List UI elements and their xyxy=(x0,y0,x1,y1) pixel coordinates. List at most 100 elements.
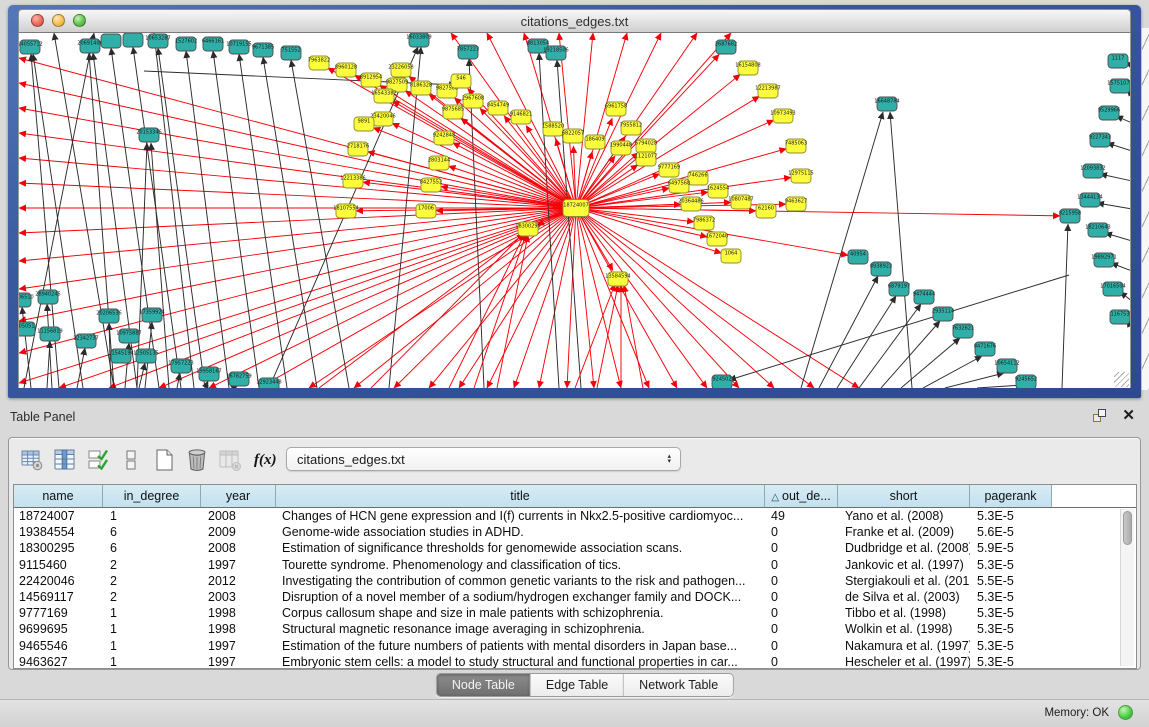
graph-node-label: 6466161 xyxy=(202,39,224,45)
cell-title: Investigating the contribution of common… xyxy=(276,573,765,589)
edit-columns-icon[interactable] xyxy=(52,447,78,473)
cell-short: Franke et al. (2009) xyxy=(838,524,970,540)
column-header-out_de[interactable]: △out_de... xyxy=(765,485,838,507)
table-row[interactable]: 977716911998Corpus callosum shape and si… xyxy=(14,605,1136,621)
graph-node-label: 1624554 xyxy=(707,186,729,192)
column-header-title[interactable]: title xyxy=(276,485,765,507)
column-header-pagerank[interactable]: pagerank xyxy=(970,485,1052,507)
tab-node-table[interactable]: Node Table xyxy=(437,674,531,696)
table-row[interactable]: 1872400712008Changes of HCN gene express… xyxy=(14,508,1136,524)
zoom-window-button[interactable] xyxy=(73,14,86,27)
tab-network-table[interactable]: Network Table xyxy=(624,674,733,696)
cell-name: 19384554 xyxy=(14,524,103,540)
cell-title: Genome-wide association studies in ADHD. xyxy=(276,524,765,540)
graph-node-label: 28940245 xyxy=(35,292,60,298)
graph-node-teal[interactable] xyxy=(123,33,143,47)
close-panel-icon[interactable]: ✕ xyxy=(1122,406,1135,424)
graph-node-label: 25206510 xyxy=(19,295,34,301)
table-row[interactable]: 969969511998Structural magnetic resonanc… xyxy=(14,621,1136,637)
graph-node-label: 1064 xyxy=(725,251,738,257)
graph-node-label: 16033809 xyxy=(406,35,431,41)
float-panel-icon[interactable] xyxy=(1093,409,1108,424)
cell-year: 2009 xyxy=(201,524,276,540)
graph-nodes[interactable]: 1405571220691406106532871527602646616110… xyxy=(19,33,1131,388)
cell-short: Yano et al. (2008) xyxy=(838,508,970,524)
table-row[interactable]: 1830029562008Estimation of significance … xyxy=(14,540,1136,556)
graph-node-label: 8471676 xyxy=(974,344,996,350)
cell-in_degree: 2 xyxy=(103,589,201,605)
cell-short: de Silva et al. (2003) xyxy=(838,589,970,605)
table-settings-icon[interactable] xyxy=(19,447,45,473)
graph-node-label: 20691406 xyxy=(77,41,102,47)
graph-node-label: 10654112 xyxy=(994,361,1019,367)
column-header-year[interactable]: year xyxy=(201,485,276,507)
graph-node-label: 12093832 xyxy=(1080,166,1105,172)
cell-pagerank: 5.3E-5 xyxy=(970,557,1052,573)
graph-node-label: 10973493 xyxy=(770,111,795,117)
graph-node-label: 751552 xyxy=(281,48,300,54)
graph-node-label: 2718176 xyxy=(347,144,369,150)
canvas-resize-grip[interactable] xyxy=(1114,372,1129,387)
minimize-window-button[interactable] xyxy=(52,14,65,27)
graph-node-label: 19892971 xyxy=(1091,255,1116,261)
sort-ascending-icon: △ xyxy=(771,492,779,503)
cell-name: 18724007 xyxy=(14,508,103,524)
table-select-dropdown[interactable]: citations_edges.txt ▴▾ xyxy=(286,447,681,471)
window-controls xyxy=(31,14,86,27)
scrollbar-thumb[interactable] xyxy=(1123,511,1132,545)
memory-status-label: Memory: OK xyxy=(1044,707,1109,719)
graph-node-label: 14055712 xyxy=(19,42,43,48)
merge-tables-icon[interactable] xyxy=(118,447,144,473)
graph-node-label: 7485063 xyxy=(785,141,807,147)
graph-node-label: 10807487 xyxy=(728,197,753,203)
graph-node-label: 23226058 xyxy=(388,65,413,71)
graph-node-label: 12923448 xyxy=(256,380,281,386)
table-scrollbar[interactable] xyxy=(1120,509,1134,666)
cell-title: Disruption of a novel member of a sodium… xyxy=(276,589,765,605)
table-row[interactable]: 2242004622012Investigating the contribut… xyxy=(14,573,1136,589)
table-row[interactable]: 1938455462009Genome-wide association stu… xyxy=(14,524,1136,540)
graph-node-label: 8427552 xyxy=(420,180,442,186)
cell-year: 1997 xyxy=(201,638,276,654)
column-header-in_degree[interactable]: in_degree xyxy=(103,485,201,507)
column-header-short[interactable]: short xyxy=(838,485,970,507)
tab-edge-table[interactable]: Edge Table xyxy=(531,674,624,696)
graph-node-label: 13584594 xyxy=(605,274,630,280)
graph-node-teal[interactable] xyxy=(101,34,121,48)
row-selection-icon[interactable] xyxy=(85,447,111,473)
cell-year: 1997 xyxy=(201,557,276,573)
delete-table-icon[interactable] xyxy=(184,447,210,473)
cell-year: 2012 xyxy=(201,573,276,589)
graph-node-label: 2803144 xyxy=(428,158,450,164)
graph-node-label: 17359924 xyxy=(139,310,164,316)
cell-name: 18300295 xyxy=(14,540,103,556)
graph-node-label: 2687682 xyxy=(715,42,737,48)
cell-title: Estimation of significance thresholds fo… xyxy=(276,540,765,556)
graph-node-label: 6822057 xyxy=(562,131,584,137)
memory-ok-indicator xyxy=(1118,705,1133,720)
table-row[interactable]: 946362711997Embryonic stem cells: a mode… xyxy=(14,654,1136,669)
network-canvas[interactable]: 1405571220691406106532871527602646616110… xyxy=(18,33,1131,388)
graph-node-label: 9242848 xyxy=(433,133,455,139)
cell-out_de: 0 xyxy=(765,605,838,621)
table-row[interactable]: 1456911722003Disruption of a novel membe… xyxy=(14,589,1136,605)
cell-name: 9463627 xyxy=(14,654,103,669)
close-window-button[interactable] xyxy=(31,14,44,27)
citation-network-graph[interactable]: 1405571220691406106532871527602646616110… xyxy=(19,33,1131,388)
graph-node-label: 9245652 xyxy=(1015,377,1037,383)
table-row[interactable]: 946554611997Estimation of the future num… xyxy=(14,638,1136,654)
graph-node-label: 924502 xyxy=(712,377,731,383)
column-header-name[interactable]: name xyxy=(14,485,103,507)
new-table-icon[interactable] xyxy=(151,447,177,473)
cell-in_degree: 1 xyxy=(103,605,201,621)
cell-year: 2008 xyxy=(201,508,276,524)
graph-node-label: 12213386 xyxy=(340,176,365,182)
network-window-titlebar[interactable]: citations_edges.txt xyxy=(18,9,1131,33)
table-row[interactable]: 911546021997Tourette syndrome. Phenomeno… xyxy=(14,557,1136,573)
graph-node-label: 8215958 xyxy=(1059,211,1081,217)
graph-node-label: 9777169 xyxy=(658,165,680,171)
function-builder-icon[interactable]: f(x) xyxy=(254,452,277,469)
graph-node-label: 7632621 xyxy=(952,326,974,332)
cell-name: 14569117 xyxy=(14,589,103,605)
cell-title: Structural magnetic resonance image aver… xyxy=(276,621,765,637)
